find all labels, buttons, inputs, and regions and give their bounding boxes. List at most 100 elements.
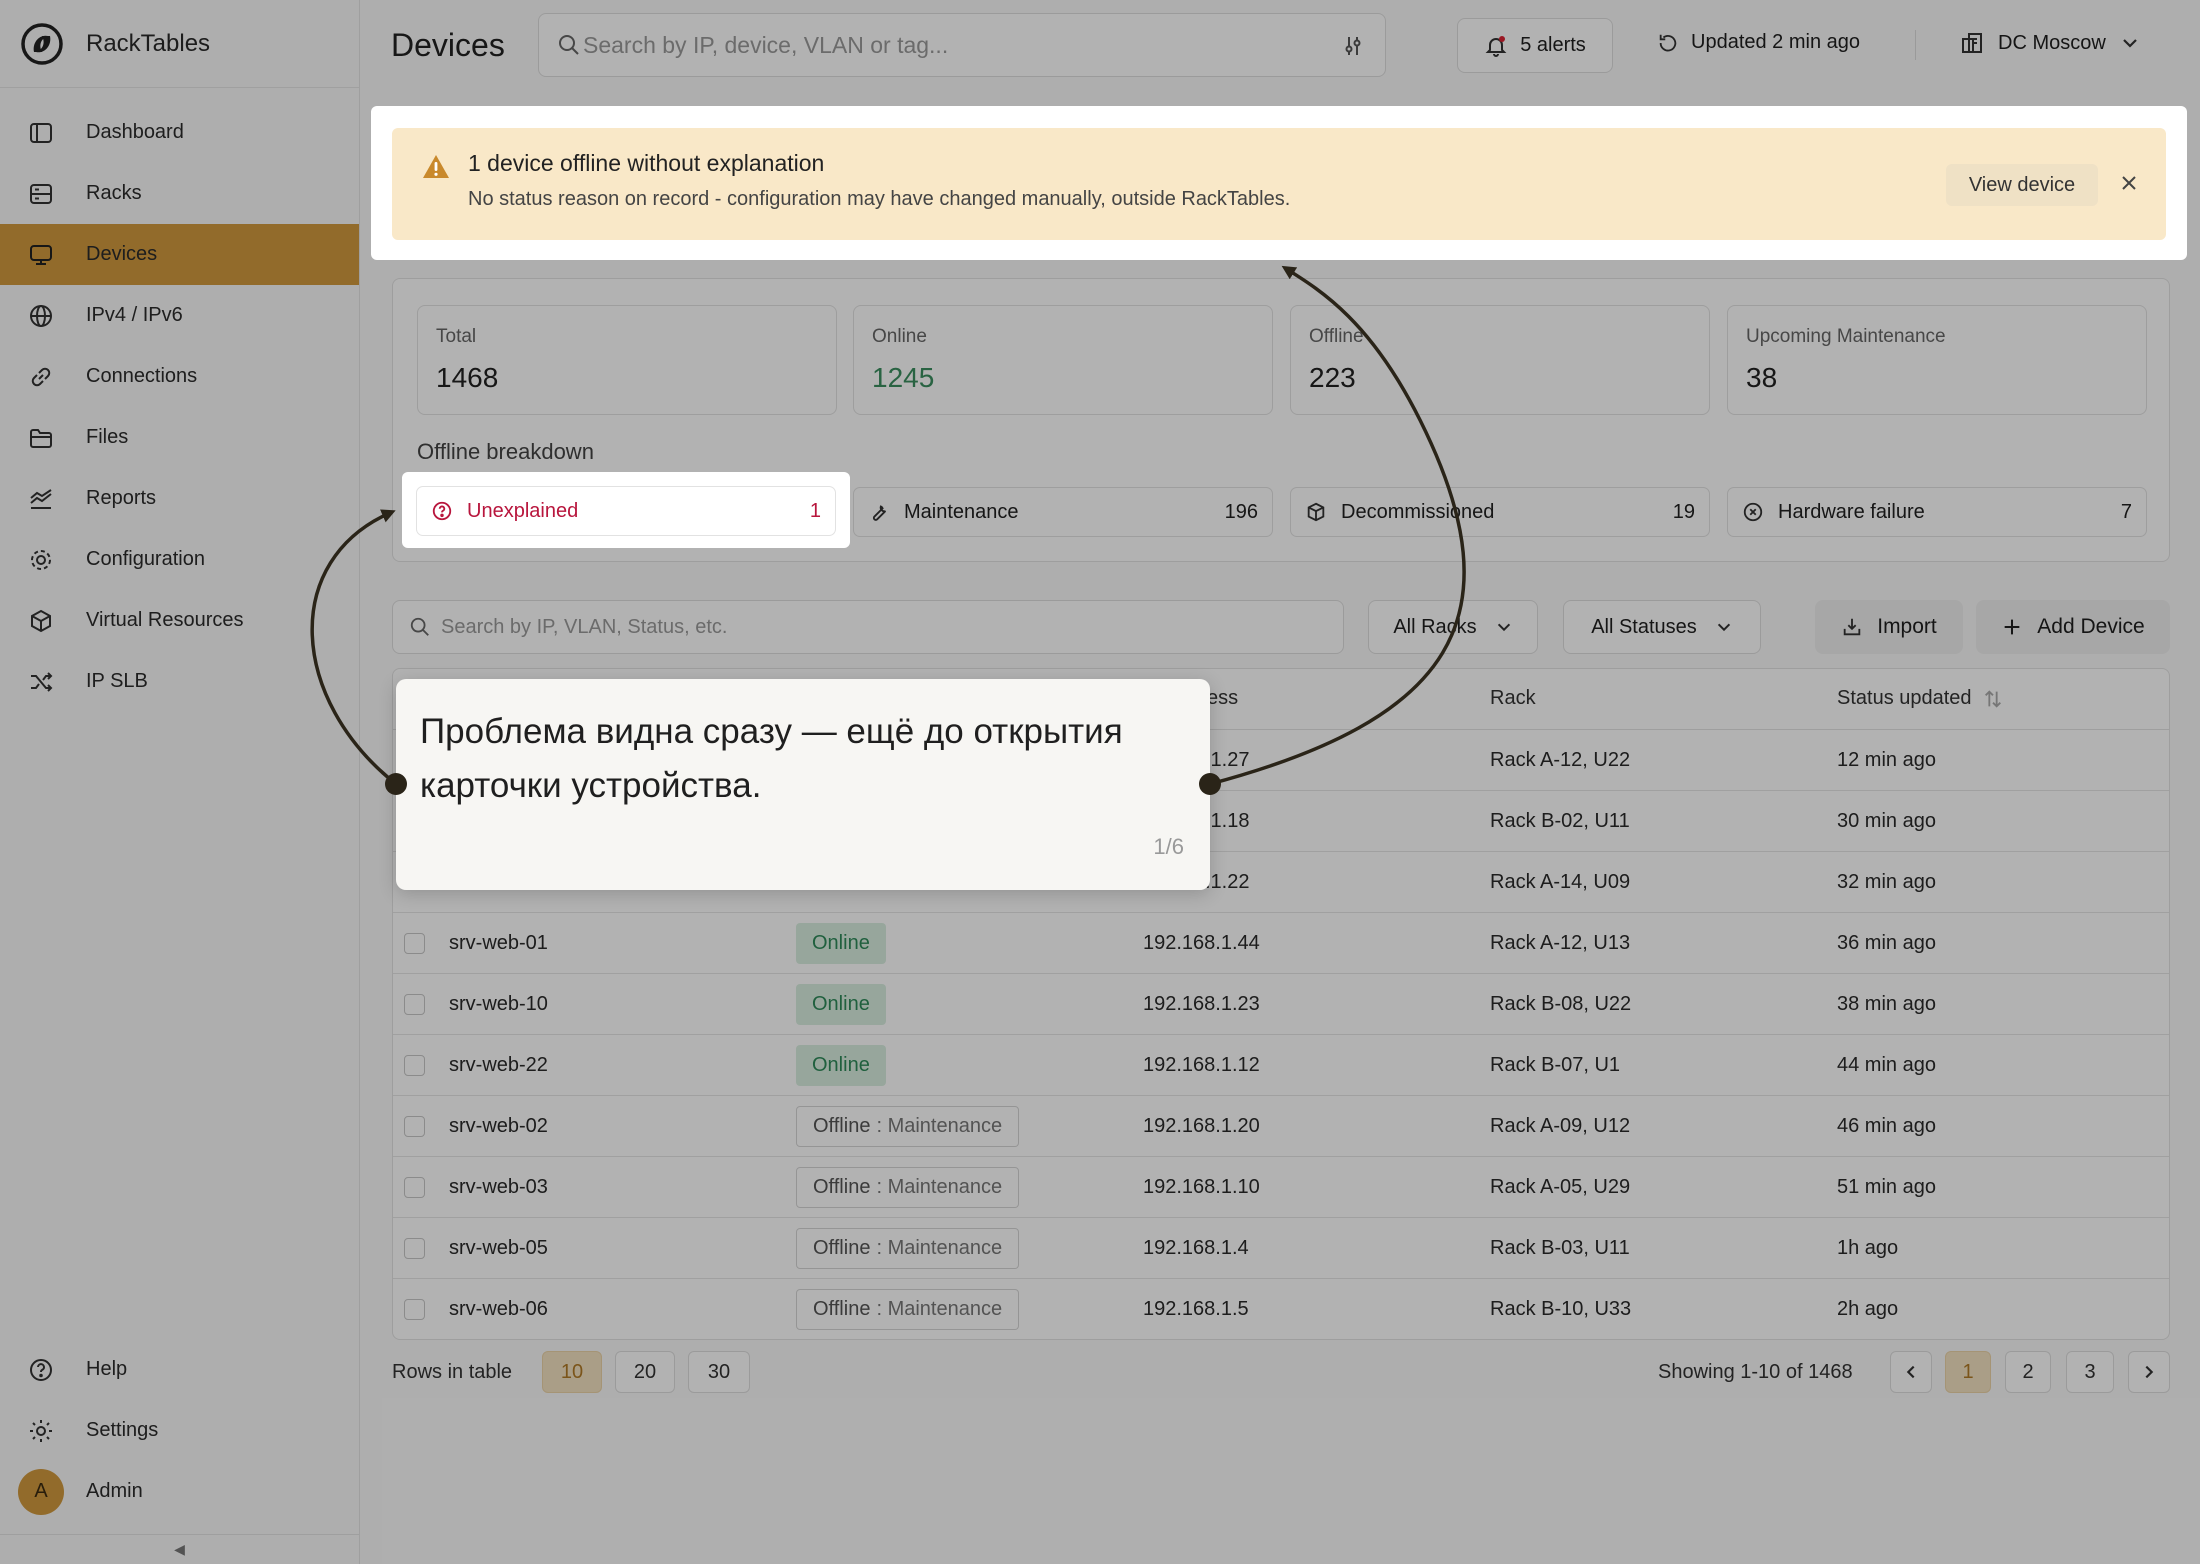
sidebar-item-racks[interactable]: Racks	[0, 163, 359, 224]
page-3[interactable]: 3	[2066, 1351, 2114, 1393]
row-checkbox[interactable]	[404, 994, 425, 1015]
gear-icon	[30, 1419, 52, 1442]
sidebar-item-ip[interactable]: IPv4 / IPv6	[0, 285, 359, 346]
sidebar-item-ip-slb[interactable]: IP SLB	[0, 651, 359, 712]
page-size-30[interactable]: 30	[688, 1351, 750, 1393]
cell-ip: 192.168.1.4	[1143, 1237, 1249, 1259]
globe-icon	[30, 304, 52, 327]
datacenter-select[interactable]: DC Moscow	[1960, 31, 2140, 55]
table-row[interactable]: srv-web-02 Offline: Maintenance 192.168.…	[393, 1096, 2169, 1157]
folder-icon	[30, 428, 52, 448]
question-circle-icon	[432, 501, 452, 521]
chevron-down-icon	[2123, 39, 2137, 48]
cell-name[interactable]: srv-web-10	[449, 993, 548, 1016]
stat-offline: Offline 223	[1290, 305, 1710, 415]
cell-name[interactable]: srv-web-06	[449, 1298, 548, 1321]
column-rack[interactable]: Rack	[1490, 687, 1536, 710]
sidebar-item-files[interactable]: Files	[0, 407, 359, 468]
table-row[interactable]: srv-web-05 Offline: Maintenance 192.168.…	[393, 1218, 2169, 1279]
table-row[interactable]: srv-web-01 Online 192.168.1.44 Rack A-12…	[393, 913, 2169, 974]
cell-updated: 2h ago	[1837, 1298, 1899, 1320]
header: Devices Search by IP, device, VLAN or ta…	[360, 0, 2200, 88]
dashboard-icon	[30, 122, 52, 143]
stat-value: 1245	[872, 362, 935, 393]
chip-decommissioned[interactable]: Decommissioned 19	[1290, 487, 1710, 537]
stat-value: 223	[1309, 362, 1356, 393]
status-filter-select[interactable]: All Statuses	[1563, 600, 1761, 654]
filter-sliders-icon[interactable]	[1341, 34, 1365, 58]
status-badge: Online	[796, 1045, 886, 1086]
page-size-20[interactable]: 20	[615, 1351, 675, 1393]
row-checkbox[interactable]	[404, 1177, 425, 1198]
refresh-status[interactable]: Updated 2 min ago	[1657, 31, 1860, 54]
sidebar-item-devices[interactable]: Devices	[0, 224, 359, 285]
cell-ip: .1.27	[1205, 749, 1250, 771]
import-button[interactable]: Import	[1815, 600, 1963, 654]
app-root: RackTables Dashboard Racks Devices IPv4 …	[0, 0, 2200, 1564]
cell-rack: Rack B-07, U1	[1490, 1054, 1621, 1076]
page-2[interactable]: 2	[2005, 1351, 2051, 1393]
row-checkbox[interactable]	[404, 1055, 425, 1076]
sidebar-item-connections[interactable]: Connections	[0, 346, 359, 407]
page-size-10[interactable]: 10	[542, 1351, 602, 1393]
status-text: Offline	[813, 1176, 871, 1198]
table-search-input[interactable]: Search by IP, VLAN, Status, etc.	[392, 600, 1344, 654]
column-status-updated[interactable]: Status updated	[1837, 687, 2004, 710]
global-search-input[interactable]: Search by IP, device, VLAN or tag...	[538, 13, 1386, 77]
alerts-button[interactable]: 5 alerts	[1457, 18, 1613, 73]
sidebar-item-admin[interactable]: A Admin	[0, 1461, 359, 1522]
table-row[interactable]: srv-web-22 Online 192.168.1.12 Rack B-07…	[393, 1035, 2169, 1096]
sidebar-item-configuration[interactable]: Configuration	[0, 529, 359, 590]
chip-count: 7	[2120, 500, 2132, 523]
row-checkbox[interactable]	[404, 1238, 425, 1259]
status-text: Offline	[813, 1298, 871, 1320]
cell-name[interactable]: srv-web-22	[449, 1054, 548, 1077]
prev-page-button[interactable]	[1890, 1351, 1932, 1393]
table-row[interactable]: srv-web-10 Online 192.168.1.23 Rack B-08…	[393, 974, 2169, 1035]
sidebar-item-virtual-resources[interactable]: Virtual Resources	[0, 590, 359, 651]
add-device-button[interactable]: Add Device	[1976, 600, 2170, 654]
next-page-button[interactable]	[2128, 1351, 2170, 1393]
sidebar-item-help[interactable]: Help	[0, 1339, 359, 1400]
sidebar-item-reports[interactable]: Reports	[0, 468, 359, 529]
racks-filter-select[interactable]: All Racks	[1368, 600, 1538, 654]
cell-rack: Rack A-09, U12	[1490, 1115, 1631, 1137]
sidebar-collapse-button[interactable]: ◀	[0, 1534, 359, 1564]
sidebar-item-settings[interactable]: Settings	[0, 1400, 359, 1461]
cell-name[interactable]: srv-web-05	[449, 1237, 548, 1260]
chip-hardware-failure[interactable]: Hardware failure 7	[1727, 487, 2147, 537]
cell-name[interactable]: srv-web-03	[449, 1176, 548, 1199]
cell-rack: Rack B-08, U22	[1490, 993, 1632, 1015]
bell-icon	[1485, 35, 1507, 57]
row-checkbox[interactable]	[404, 933, 425, 954]
row-checkbox[interactable]	[404, 1299, 425, 1320]
cell-updated: 12 min ago	[1837, 749, 1936, 771]
close-icon[interactable]	[2118, 172, 2140, 194]
warning-icon	[423, 155, 449, 178]
building-icon	[1962, 33, 1982, 53]
sidebar-item-label: Dashboard	[86, 121, 184, 143]
sidebar-item-dashboard[interactable]: Dashboard	[0, 102, 359, 163]
chip-maintenance[interactable]: Maintenance 196	[853, 487, 1273, 537]
cell-rack: Rack A-12, U13	[1490, 932, 1631, 954]
table-row[interactable]: srv-web-03 Offline: Maintenance 192.168.…	[393, 1157, 2169, 1218]
stat-total: Total 1468	[417, 305, 837, 415]
page-1[interactable]: 1	[1945, 1351, 1991, 1393]
cell-name[interactable]: srv-web-01	[449, 932, 548, 955]
chip-unexplained[interactable]: Unexplained 1	[416, 486, 836, 536]
cell-ip: 192.168.1.12	[1143, 1054, 1260, 1076]
chevron-down-icon	[1497, 623, 1510, 632]
table-row[interactable]: srv-web-06 Offline: Maintenance 192.168.…	[393, 1279, 2169, 1339]
column-ip-address[interactable]: ess	[1207, 687, 1238, 710]
chevron-down-icon	[1717, 623, 1730, 632]
row-checkbox[interactable]	[404, 1116, 425, 1137]
view-device-button[interactable]: View device	[1946, 164, 2098, 206]
plus-icon	[2004, 619, 2020, 635]
status-reason: : Maintenance	[876, 1298, 1003, 1320]
cell-ip: 192.168.1.10	[1143, 1176, 1260, 1198]
cell-name[interactable]: srv-web-02	[449, 1115, 548, 1138]
cell-updated: 46 min ago	[1837, 1115, 1936, 1137]
status-reason: : Maintenance	[876, 1237, 1003, 1259]
brand[interactable]: RackTables	[0, 0, 359, 88]
sidebar-item-label: IP SLB	[86, 670, 148, 692]
